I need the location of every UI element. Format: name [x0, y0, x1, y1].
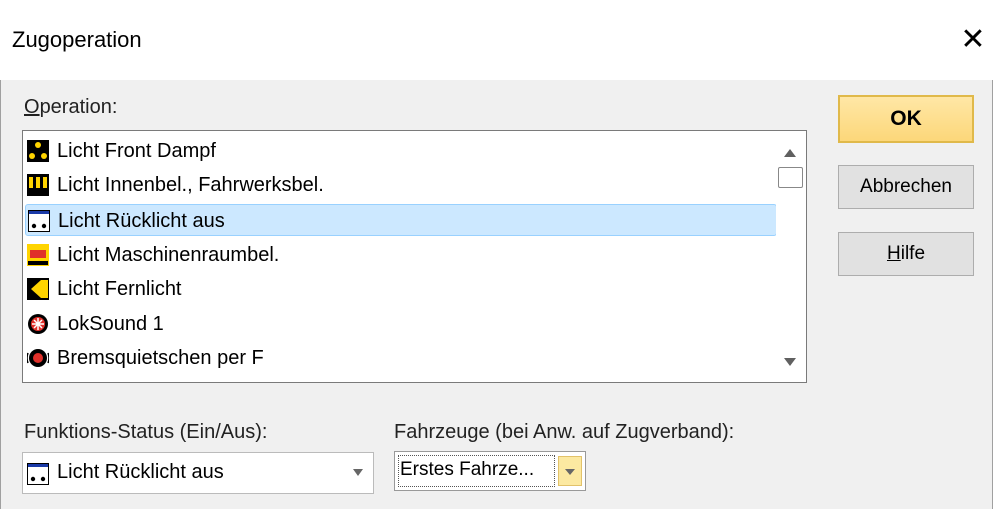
list-item[interactable]: Licht Innenbel., Fahrwerksbel. [25, 169, 777, 201]
operation-label-accesskey: O [24, 96, 40, 118]
scrollbar-thumb[interactable] [778, 167, 803, 188]
operation-label: Operation: [24, 96, 117, 119]
list-item-label: Licht Maschinenraumbel. [57, 244, 280, 266]
list-item-label: Bremsquietschen per F [57, 347, 264, 369]
brake-squeal-icon [27, 349, 49, 367]
loksound-icon [28, 314, 48, 334]
light-front-steam-icon [27, 140, 49, 162]
function-status-label: Funktions-Status (Ein/Aus): [24, 421, 268, 443]
vehicles-value: Erstes Fahrze... [400, 459, 535, 480]
list-item[interactable]: Bremsquietschen per F [25, 342, 777, 374]
cancel-button[interactable]: Abbrechen [838, 165, 974, 209]
list-item-label: Licht Fernlicht [57, 278, 182, 300]
scroll-down-icon[interactable] [784, 358, 796, 366]
list-item[interactable]: Licht Front Dampf [25, 135, 777, 167]
list-item-label: LokSound 1 [57, 313, 164, 335]
operation-label-rest: peration: [39, 96, 118, 118]
interior-light-icon [27, 174, 49, 196]
window-border-left [0, 80, 1, 509]
high-beam-icon [27, 278, 49, 300]
chevron-down-icon[interactable] [353, 469, 363, 476]
taillight-off-icon [28, 210, 50, 232]
ok-button[interactable]: OK [838, 95, 974, 143]
taillight-off-icon [27, 463, 49, 485]
list-item[interactable]: Licht Fernlicht [25, 273, 777, 305]
help-label-rest: ilfe [900, 243, 926, 264]
help-button[interactable]: Hilfe [838, 232, 974, 276]
vehicles-label: Fahrzeuge (bei Anw. auf Zugverband): [394, 421, 735, 443]
listbox-scrollbar[interactable] [776, 131, 806, 382]
function-status-value: Licht Rücklicht aus [57, 461, 224, 483]
title-bar: Zugoperation ✕ [0, 0, 993, 80]
vehicles-combobox[interactable]: Erstes Fahrze... [394, 451, 586, 491]
scroll-up-icon[interactable] [784, 149, 796, 157]
list-item[interactable]: LokSound 1 [25, 308, 777, 340]
chevron-down-icon [565, 469, 575, 475]
engine-room-light-icon [27, 244, 49, 266]
list-item-label: Licht Rücklicht aus [58, 210, 225, 232]
function-status-combobox[interactable]: Licht Rücklicht aus [22, 452, 374, 494]
help-accesskey: H [886, 243, 901, 264]
close-icon[interactable]: ✕ [955, 22, 991, 58]
window-title: Zugoperation [12, 27, 142, 52]
list-item-selected[interactable]: Licht Rücklicht aus [25, 204, 777, 236]
operation-listbox[interactable]: Licht Front Dampf Licht Innenbel., Fahrw… [22, 130, 807, 383]
list-item-label: Licht Innenbel., Fahrwerksbel. [57, 174, 324, 196]
vehicles-dropdown-button[interactable] [558, 456, 582, 486]
list-item-label: Licht Front Dampf [57, 140, 216, 162]
list-item[interactable]: Licht Maschinenraumbel. [25, 239, 777, 271]
